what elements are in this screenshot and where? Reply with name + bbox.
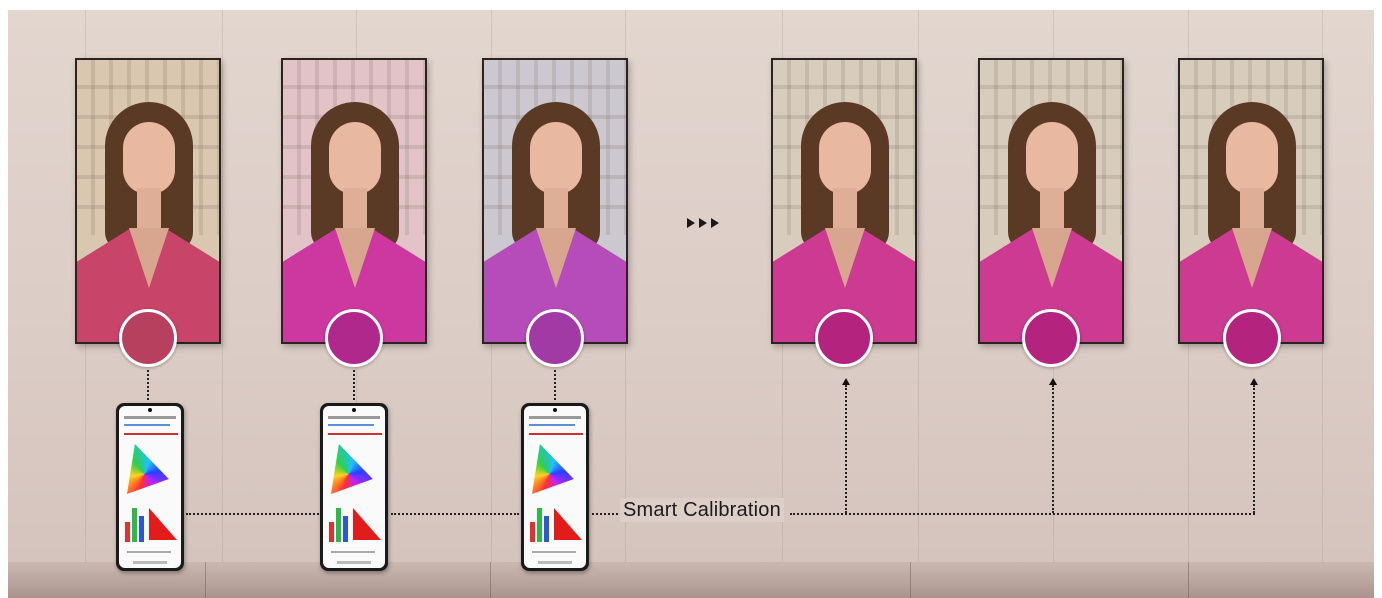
wall-seam <box>222 10 223 565</box>
color-swatch-before-2 <box>325 309 383 367</box>
bar-mini-chart <box>125 504 145 542</box>
app-title-bar <box>529 416 581 419</box>
mini-bar <box>544 516 549 542</box>
bar-mini-chart <box>329 504 349 542</box>
smart-calibration-label: Smart Calibration <box>620 498 784 522</box>
color-swatch-before-3 <box>526 309 584 367</box>
mini-bar <box>530 522 535 542</box>
display-before-3 <box>482 58 628 344</box>
color-gamut-chart <box>532 444 574 494</box>
arrow-up-icon <box>1250 378 1258 385</box>
warning-text-line <box>529 433 583 435</box>
color-gamut-chart <box>331 444 373 494</box>
floor-seam <box>205 562 206 598</box>
portrait-neck <box>833 188 857 228</box>
mini-bar <box>139 516 144 542</box>
smartphone-calibration-app <box>116 403 184 571</box>
mini-bar <box>132 508 137 542</box>
portrait-face <box>1026 122 1078 194</box>
bar-mini-chart <box>530 504 550 542</box>
mini-bar <box>537 508 542 542</box>
progress-bar <box>529 424 575 426</box>
nav-bar <box>133 561 167 564</box>
floor-seam <box>910 562 911 598</box>
floor-seam <box>490 562 491 598</box>
portrait-neck <box>137 188 161 228</box>
calibration-line <box>186 513 319 515</box>
connector-line <box>554 370 556 400</box>
connector-line <box>147 370 149 400</box>
calibration-arrow-line <box>1253 385 1255 513</box>
portrait-face <box>819 122 871 194</box>
nav-bar <box>337 561 371 564</box>
footer-text-line <box>331 551 375 553</box>
camera-icon <box>352 408 356 412</box>
footer-text-line <box>532 551 576 553</box>
portrait-face <box>530 122 582 194</box>
smartphone-calibration-app <box>320 403 388 571</box>
arrow-up-icon <box>1049 378 1057 385</box>
floor-seam <box>1188 562 1189 598</box>
camera-icon <box>553 408 557 412</box>
phone-screen <box>323 406 385 568</box>
warning-text-line <box>124 433 178 435</box>
display-after-1 <box>771 58 917 344</box>
color-gamut-chart <box>127 444 169 494</box>
display-after-3 <box>1178 58 1324 344</box>
phone-screen <box>119 406 181 568</box>
portrait-face <box>1226 122 1278 194</box>
progress-bar <box>328 424 374 426</box>
portrait-face <box>123 122 175 194</box>
color-swatch-after-1 <box>815 309 873 367</box>
display-before-1 <box>75 58 221 344</box>
portrait-neck <box>544 188 568 228</box>
portrait-face <box>329 122 381 194</box>
floor <box>8 562 1374 598</box>
portrait-neck <box>343 188 367 228</box>
calibration-scene: Smart Calibration <box>0 0 1382 598</box>
calibration-line <box>592 513 618 515</box>
color-swatch-after-3 <box>1223 309 1281 367</box>
color-swatch-before-1 <box>119 309 177 367</box>
calibration-line <box>790 513 1255 515</box>
wall-seam <box>918 10 919 565</box>
warning-text-line <box>328 433 382 435</box>
color-swatch-after-2 <box>1022 309 1080 367</box>
triangle-chart <box>554 508 582 540</box>
nav-bar <box>538 561 572 564</box>
phone-screen <box>524 406 586 568</box>
mini-bar <box>336 508 341 542</box>
calibration-line <box>391 513 519 515</box>
calibration-arrow-line <box>845 385 847 513</box>
mini-bar <box>343 516 348 542</box>
calibration-arrow-line <box>1052 385 1054 513</box>
mini-bar <box>329 522 334 542</box>
footer-text-line <box>127 551 171 553</box>
smartphone-calibration-app <box>521 403 589 571</box>
portrait-neck <box>1240 188 1264 228</box>
arrow-up-icon <box>842 378 850 385</box>
mini-bar <box>125 522 130 542</box>
display-before-2 <box>281 58 427 344</box>
app-title-bar <box>328 416 380 419</box>
portrait-neck <box>1040 188 1064 228</box>
progress-bar <box>124 424 170 426</box>
display-after-2 <box>978 58 1124 344</box>
triangle-chart <box>149 508 177 540</box>
connector-line <box>353 370 355 400</box>
app-title-bar <box>124 416 176 419</box>
camera-icon <box>148 408 152 412</box>
triangle-chart <box>353 508 381 540</box>
